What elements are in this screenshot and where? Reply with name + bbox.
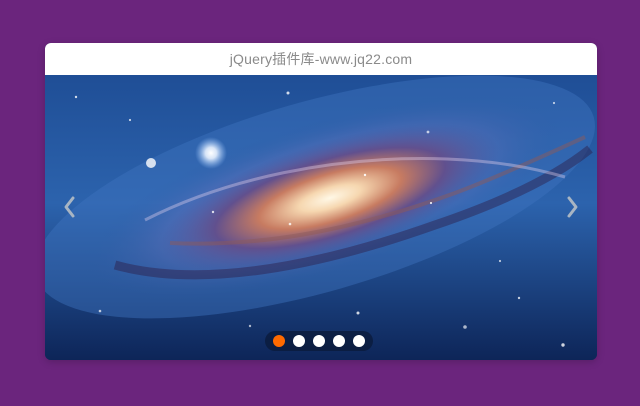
slider-window: jQuery插件库-www.jq22.com [45, 43, 597, 360]
slide-dot-3[interactable] [313, 335, 325, 347]
slide-viewport[interactable] [45, 75, 597, 360]
previous-slide-button[interactable] [57, 187, 83, 227]
slide-dot-2[interactable] [293, 335, 305, 347]
title-bar: jQuery插件库-www.jq22.com [45, 43, 597, 75]
next-slide-button[interactable] [559, 187, 585, 227]
slide-dot-1[interactable] [273, 335, 285, 347]
chevron-left-icon [64, 196, 75, 218]
page-title: jQuery插件库-www.jq22.com [229, 51, 413, 67]
slide-dot-4[interactable] [333, 335, 345, 347]
slide-dot-5[interactable] [353, 335, 365, 347]
slide-indicator-bar [265, 331, 373, 351]
chevron-right-icon [567, 196, 578, 218]
galaxy-image [45, 75, 597, 360]
